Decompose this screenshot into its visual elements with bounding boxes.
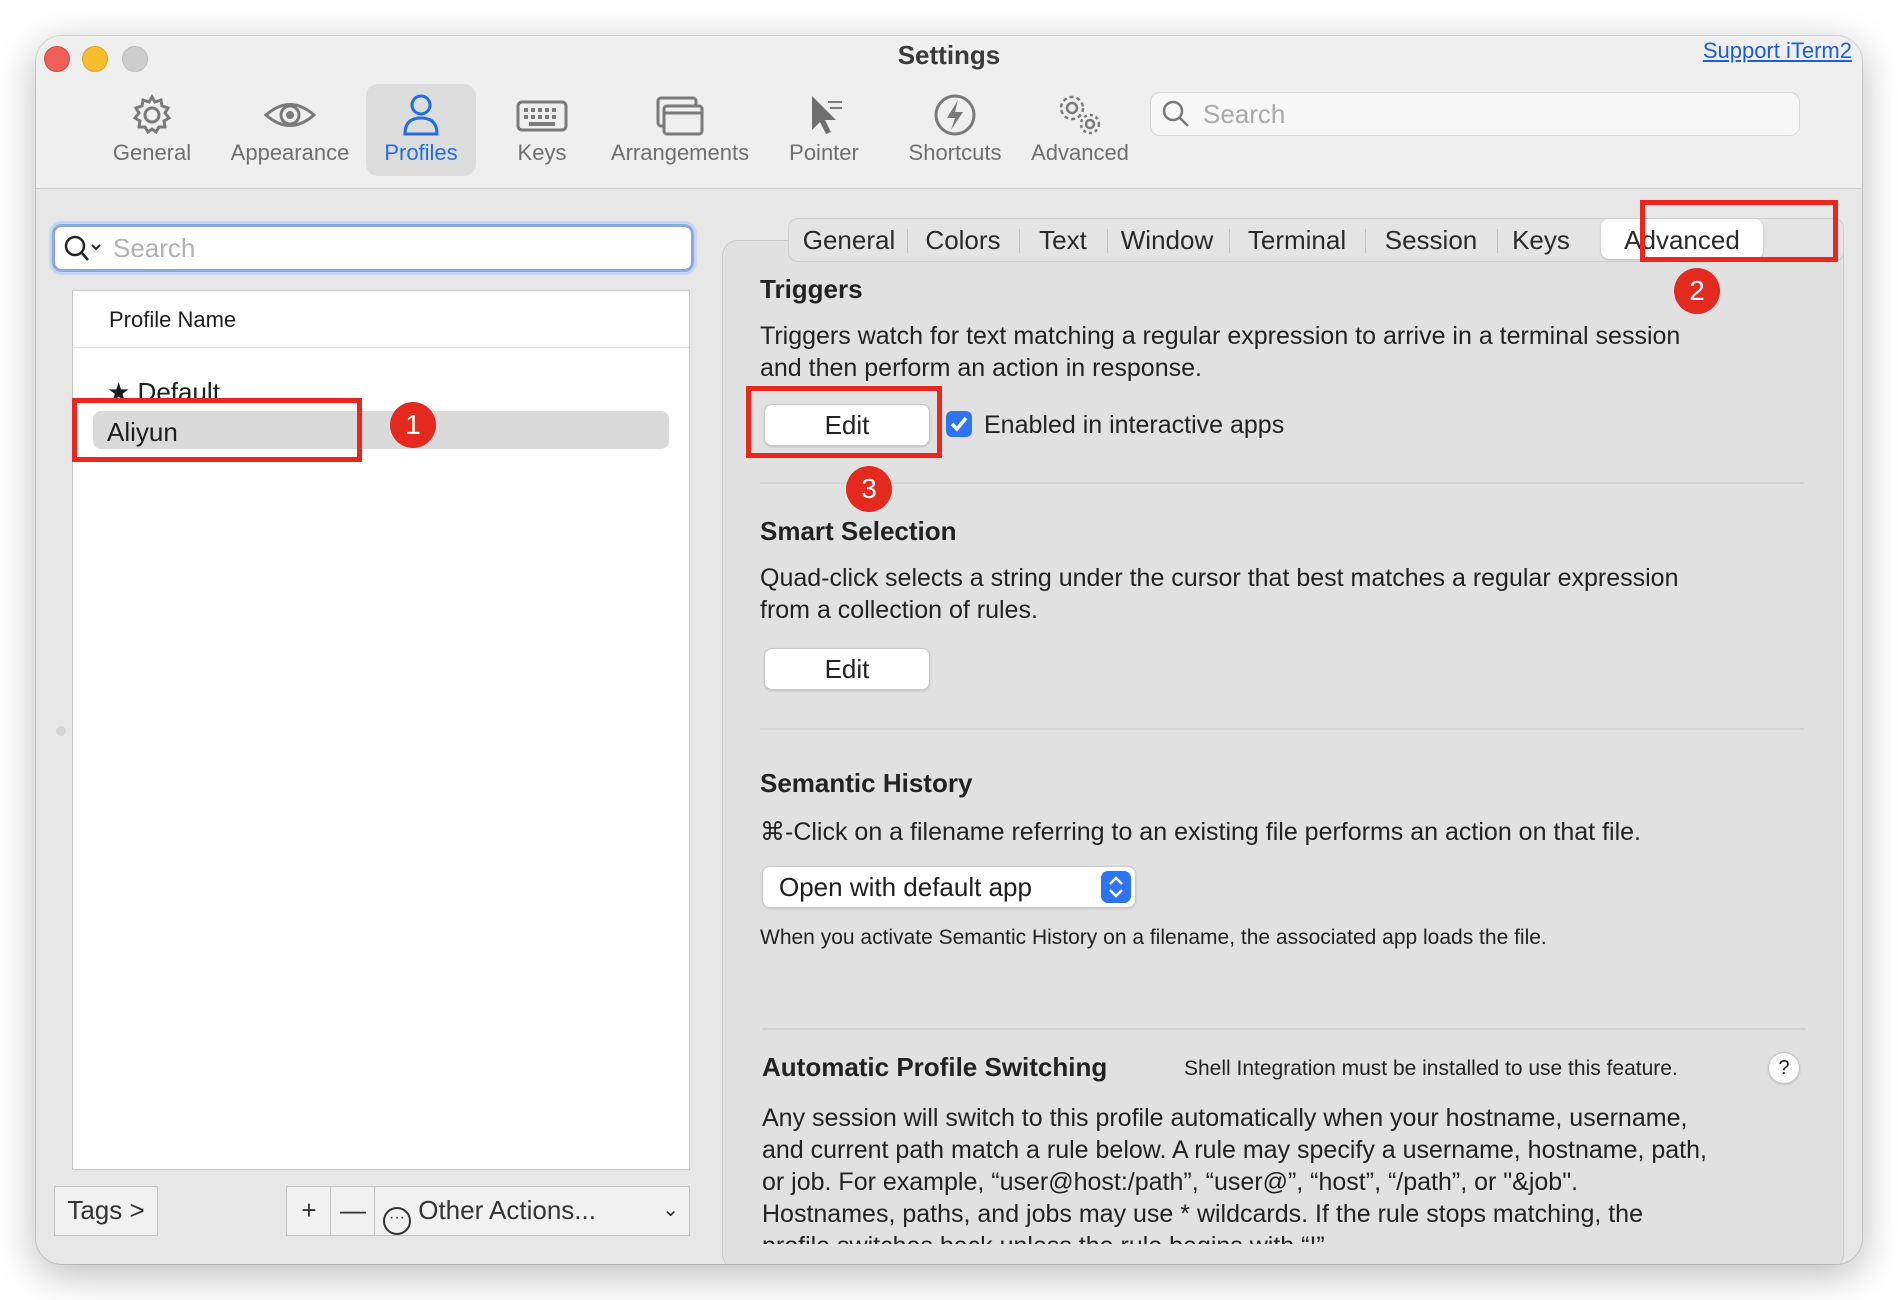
checkmark-icon: [950, 416, 968, 432]
annotation-box-3: [746, 386, 942, 458]
toolbar-profiles[interactable]: Profiles: [366, 84, 476, 176]
window-stack-icon: [656, 96, 704, 136]
aps-title: Automatic Profile Switching: [762, 1052, 1108, 1082]
section-divider: [760, 728, 1804, 730]
profile-search[interactable]: [52, 224, 694, 272]
search-icon: [1162, 100, 1189, 127]
search-icon: [64, 235, 101, 261]
toolbar-shortcuts-label: Shortcuts: [908, 140, 1002, 165]
tab-separator: [1497, 229, 1498, 253]
annotation-box-1: [72, 398, 362, 462]
toolbar-shortcuts[interactable]: Shortcuts: [882, 84, 1028, 176]
smart-selection-description-1: Quad-click selects a string under the cu…: [760, 564, 1679, 592]
chevron-updown-icon: [1109, 876, 1123, 898]
eye-icon: [264, 103, 316, 127]
annotation-marker-1: 1: [390, 402, 436, 448]
settings-search-input[interactable]: [1201, 97, 1785, 131]
profile-search-input[interactable]: [111, 231, 675, 265]
aps-line: profile switches back unless the rule be…: [762, 1230, 1332, 1244]
section-divider: [762, 1028, 1806, 1030]
profile-name-column: Profile Name: [109, 307, 237, 332]
annotation-marker-3: 3: [846, 466, 892, 512]
aps-line: Any session will switch to this profile …: [762, 1104, 1688, 1132]
toolbar-keys[interactable]: Keys: [492, 84, 592, 176]
smart-selection-edit-button[interactable]: Edit: [764, 648, 930, 690]
ellipsis-circle-icon: ···: [383, 1207, 411, 1235]
tab-general[interactable]: General: [799, 219, 899, 261]
remove-profile-button[interactable]: —: [330, 1186, 376, 1236]
tab-window[interactable]: Window: [1113, 219, 1221, 261]
toolbar-appearance[interactable]: Appearance: [216, 84, 364, 176]
tab-text[interactable]: Text: [1025, 219, 1101, 261]
lightning-icon: [934, 94, 976, 136]
gears-icon: [1059, 95, 1101, 135]
tab-separator: [1019, 229, 1020, 253]
interactive-apps-label[interactable]: Enabled in interactive apps: [984, 409, 1284, 441]
settings-window: Settings Support iTerm2 General Appearan…: [36, 36, 1862, 1264]
titlebar: Settings Support iTerm2 General Appearan…: [36, 36, 1862, 189]
tab-separator: [1365, 229, 1366, 253]
toolbar-pointer[interactable]: Pointer: [770, 84, 878, 176]
aps-line: or job. For example, “user@host:/path”, …: [762, 1168, 1579, 1196]
add-profile-button[interactable]: +: [286, 1186, 332, 1236]
section-divider: [760, 482, 1804, 484]
other-actions-label: Other Actions...: [418, 1195, 596, 1225]
toolbar-appearance-label: Appearance: [230, 140, 350, 165]
tab-colors[interactable]: Colors: [913, 219, 1013, 261]
toolbar-profiles-label: Profiles: [384, 140, 458, 165]
aps-help-button[interactable]: ?: [1768, 1052, 1800, 1084]
cursor-icon: [812, 96, 842, 134]
splitter-handle[interactable]: [56, 726, 66, 736]
profile-list-header[interactable]: Profile Name: [73, 291, 689, 348]
smart-selection-title: Smart Selection: [760, 516, 957, 546]
gear-icon: [132, 94, 172, 135]
tags-button[interactable]: Tags >: [54, 1186, 158, 1236]
select-stepper: [1101, 871, 1131, 903]
window-title: Settings: [897, 40, 1001, 70]
tab-terminal[interactable]: Terminal: [1235, 219, 1359, 261]
person-icon: [403, 94, 439, 136]
semantic-history-title: Semantic History: [760, 768, 973, 798]
toolbar-advanced[interactable]: Advanced: [1012, 84, 1148, 176]
toolbar-keys-label: Keys: [517, 140, 567, 165]
toolbar-general[interactable]: General: [100, 84, 204, 176]
semantic-history-select[interactable]: Open with default app: [762, 866, 1136, 908]
settings-search[interactable]: [1150, 92, 1800, 136]
annotation-box-2: [1640, 200, 1838, 262]
toolbar-pointer-label: Pointer: [789, 140, 859, 165]
tab-separator: [1107, 229, 1108, 253]
toolbar-arrangements-label: Arrangements: [610, 140, 750, 165]
triggers-title: Triggers: [760, 274, 863, 304]
triggers-description-1: Triggers watch for text matching a regul…: [760, 322, 1681, 350]
aps-line: Hostnames, paths, and jobs may use * wil…: [762, 1200, 1643, 1228]
tab-session[interactable]: Session: [1371, 219, 1491, 261]
semantic-history-note: When you activate Semantic History on a …: [760, 926, 1547, 949]
support-link[interactable]: Support iTerm2: [1703, 38, 1852, 64]
tab-separator: [1229, 229, 1230, 253]
keyboard-icon: [516, 100, 568, 132]
toolbar-general-label: General: [112, 140, 192, 165]
semantic-history-selected: Open with default app: [779, 872, 1032, 902]
aps-description: Any session will switch to this profile …: [762, 1102, 1822, 1244]
triggers-description-2: and then perform an action in response.: [760, 354, 1202, 382]
smart-selection-description-2: from a collection of rules.: [760, 596, 1038, 624]
annotation-marker-2: 2: [1674, 268, 1720, 314]
aps-note: Shell Integration must be installed to u…: [1184, 1057, 1678, 1080]
tab-keys[interactable]: Keys: [1503, 219, 1579, 261]
toolbar-arrangements[interactable]: Arrangements: [598, 84, 762, 176]
toolbar-advanced-label: Advanced: [1031, 140, 1129, 165]
chevron-down-icon: ⌄: [662, 1199, 679, 1221]
tab-separator: [907, 229, 908, 253]
other-actions-menu[interactable]: ··· Other Actions... ⌄: [374, 1186, 690, 1236]
aps-line: and current path match a rule below. A r…: [762, 1136, 1707, 1164]
semantic-history-description: ⌘-Click on a filename referring to an ex…: [760, 818, 1641, 846]
interactive-apps-checkbox[interactable]: [946, 411, 972, 437]
